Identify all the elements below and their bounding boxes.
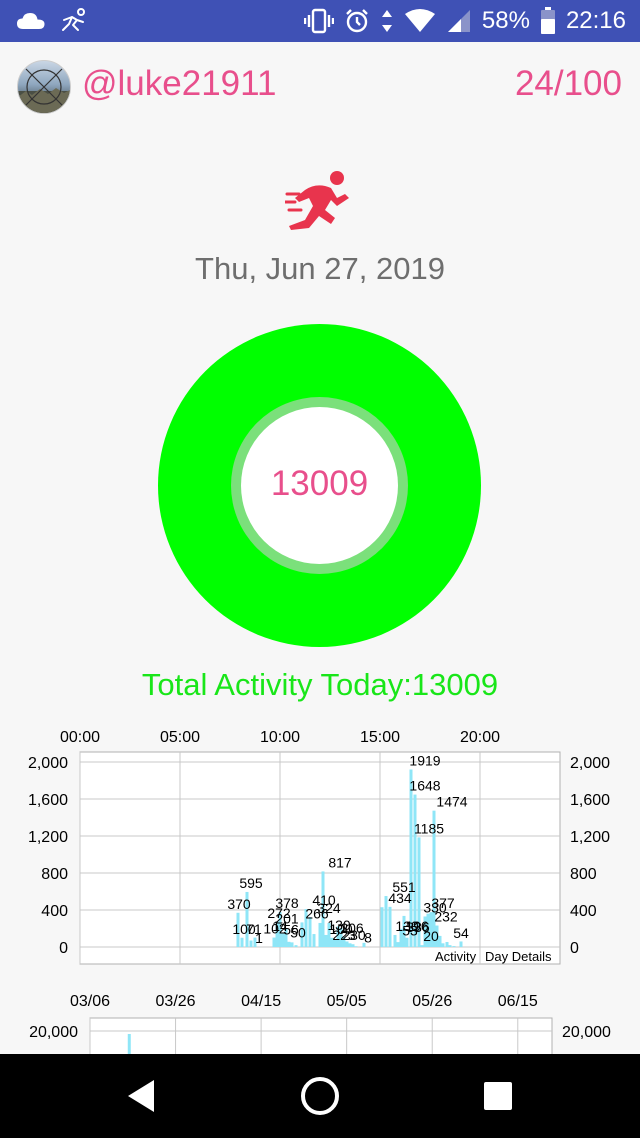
y-tick-label-left: 400 bbox=[41, 903, 68, 920]
x-tick-label: 03/06 bbox=[70, 993, 110, 1010]
chart-plot-area bbox=[89, 1017, 553, 1054]
signal-icon bbox=[447, 10, 470, 32]
x-tick-label: 10:00 bbox=[260, 729, 300, 746]
activity-bar bbox=[249, 940, 253, 947]
status-bar-left bbox=[16, 7, 88, 35]
activity-bar bbox=[294, 945, 298, 947]
status-bar: 58% 22:16 bbox=[0, 0, 640, 42]
y-tick-label-right: 400 bbox=[570, 903, 597, 920]
x-tick-label: 04/15 bbox=[241, 993, 281, 1010]
battery-icon bbox=[540, 7, 555, 34]
bar-value-label: 1474 bbox=[436, 794, 467, 810]
hourly-activity-chart[interactable]: 0 0 400 400 800 800 1,200 1,200 1,600 1,600 2,000 2… bbox=[0, 716, 640, 978]
bar-value-label: 50 bbox=[290, 924, 306, 940]
x-tick-label: 05/05 bbox=[327, 993, 367, 1010]
y-tick-label-right: 2,000 bbox=[570, 755, 610, 772]
y-tick-label-right: 1,600 bbox=[570, 792, 610, 809]
total-activity-today: Total Activity Today:13009 bbox=[141, 667, 499, 702]
y-tick-label-right: 0 bbox=[570, 940, 579, 957]
y-tick-label-right: 20,000 bbox=[562, 1024, 611, 1041]
status-bar-right: 58% 22:16 bbox=[303, 7, 626, 35]
y-tick-label-left: 20,000 bbox=[29, 1024, 78, 1041]
bar-value-label: 324 bbox=[317, 900, 341, 916]
avatar-image bbox=[18, 68, 70, 113]
data-arrows-icon bbox=[381, 10, 392, 32]
x-tick-label: 00:00 bbox=[60, 729, 100, 746]
bar-value-label: 1185 bbox=[414, 820, 444, 836]
activity-bar bbox=[312, 934, 316, 947]
activity-bar bbox=[240, 937, 244, 947]
activity-bar bbox=[420, 945, 424, 947]
username[interactable]: @luke21911 bbox=[82, 64, 276, 104]
bar-value-label: 434 bbox=[388, 890, 412, 906]
activity-bar bbox=[388, 906, 392, 947]
alarm-icon bbox=[346, 9, 368, 33]
progress-count: 24/100 bbox=[514, 64, 622, 103]
y-tick-label-left: 800 bbox=[41, 866, 68, 883]
activity-bar bbox=[405, 937, 409, 947]
activity-bar bbox=[354, 946, 358, 947]
home-button[interactable] bbox=[298, 1074, 342, 1118]
x-tick-label: 05:00 bbox=[160, 729, 200, 746]
battery-percent: 58% bbox=[481, 7, 530, 34]
bar-value-label: 20 bbox=[423, 928, 439, 944]
bar-value-label: 817 bbox=[328, 854, 352, 870]
bar-value-label: 8 bbox=[364, 929, 372, 945]
activity-bar bbox=[441, 943, 445, 947]
wifi-icon bbox=[404, 9, 435, 32]
x-tick-label: 03/26 bbox=[156, 993, 196, 1010]
bar-value-label: 370 bbox=[227, 896, 251, 912]
activity-bar bbox=[384, 896, 388, 947]
legend-activity: Activity bbox=[435, 949, 477, 964]
activity-bar bbox=[308, 917, 312, 947]
x-tick-label: 06/15 bbox=[498, 993, 538, 1010]
y-tick-label-right: 800 bbox=[570, 866, 597, 883]
activity-bar bbox=[324, 934, 328, 947]
activity-bar bbox=[393, 934, 397, 947]
bar-value-label: 378 bbox=[275, 895, 299, 911]
cloud-icon bbox=[17, 13, 45, 29]
bar-value-label: 595 bbox=[239, 875, 263, 891]
y-tick-label-left: 1,600 bbox=[28, 792, 68, 809]
y-tick-label-left: 1,200 bbox=[28, 829, 68, 846]
y-tick-label-left: 0 bbox=[59, 940, 68, 957]
daily-activity-chart[interactable]: 03/06 03/26 04/15 05/05 05/26 06/15 20,000 20,0… bbox=[0, 982, 640, 1054]
activity-bar bbox=[272, 937, 276, 947]
activity-bar bbox=[452, 946, 456, 947]
activity-bar bbox=[290, 942, 294, 947]
x-tick-label: 20:00 bbox=[460, 729, 500, 746]
activity-bar bbox=[318, 922, 322, 947]
bar-value-label: 230 bbox=[342, 927, 366, 943]
activity-bar bbox=[287, 941, 291, 947]
recents-button[interactable] bbox=[476, 1074, 520, 1118]
runner-icon bbox=[285, 171, 349, 230]
activity-bar bbox=[380, 907, 384, 947]
activity-bar bbox=[396, 942, 400, 947]
y-tick-label-right: 1,200 bbox=[570, 829, 610, 846]
bar-value-label: 1 bbox=[255, 930, 263, 946]
activity-ring-value: 13009 bbox=[270, 464, 369, 503]
activity-bar bbox=[459, 941, 463, 947]
activity-bar bbox=[351, 944, 355, 947]
activity-date: Thu, Jun 27, 2019 bbox=[195, 251, 445, 286]
bar-value-label: 54 bbox=[453, 925, 469, 941]
x-tick-label: 15:00 bbox=[360, 729, 400, 746]
bar-value-label: 1919 bbox=[409, 752, 440, 768]
y-tick-label-left: 2,000 bbox=[28, 755, 68, 772]
x-tick-label: 05/26 bbox=[412, 993, 452, 1010]
activity-bar bbox=[448, 945, 452, 947]
bar-value-label: 1648 bbox=[409, 778, 440, 794]
activity-bar bbox=[127, 1034, 131, 1054]
activity-bar bbox=[348, 943, 352, 947]
vibrate-icon bbox=[303, 8, 334, 34]
back-button[interactable] bbox=[120, 1074, 164, 1118]
activity-bar bbox=[438, 935, 442, 947]
activity-bar bbox=[445, 942, 449, 947]
clock: 22:16 bbox=[565, 7, 626, 34]
runner-notification-icon bbox=[62, 8, 85, 31]
legend-day-details: Day Details bbox=[485, 949, 552, 964]
bar-value-label: 232 bbox=[434, 909, 458, 925]
navigation-bar bbox=[0, 1054, 640, 1138]
avatar[interactable] bbox=[17, 60, 71, 114]
